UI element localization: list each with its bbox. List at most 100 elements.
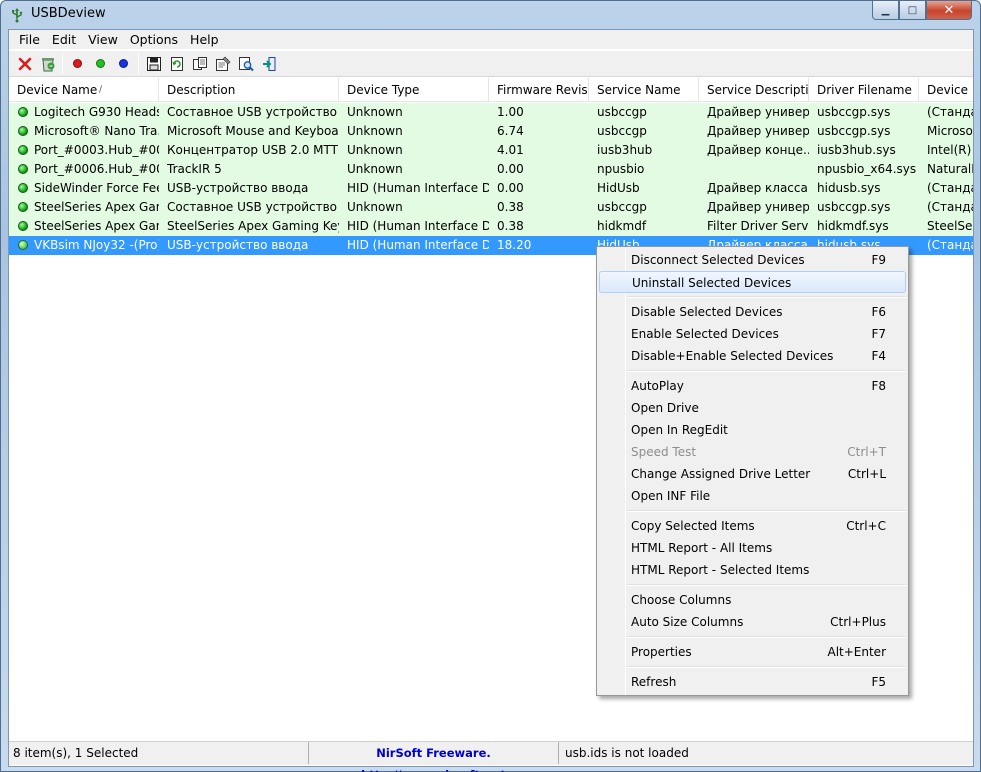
toolbar-separator	[62, 53, 63, 74]
context-menu-separator	[627, 666, 906, 668]
cell-driver-filename: usbccgp.sys	[817, 105, 891, 119]
list-header: Device Name / Description Device Type Fir…	[9, 78, 973, 102]
menu-shortcut: Ctrl+L	[847, 467, 886, 481]
table-row[interactable]: Logitech G930 Headset Составное USB устро…	[9, 103, 973, 122]
menu-item-enable-selected-devices[interactable]: Enable Selected Devices F7	[599, 323, 906, 345]
cell-device-mfg: (Стандар	[927, 238, 973, 252]
cell-service-description: Filter Driver Servi...	[707, 219, 809, 233]
cell-driver-filename: usbccgp.sys	[817, 200, 891, 214]
disable-button[interactable]	[66, 53, 89, 75]
menu-item-disconnect-selected-devices[interactable]: Disconnect Selected Devices F9	[599, 249, 906, 271]
cell-description: SteelSeries Apex Gaming Keyb...	[167, 219, 339, 233]
maximize-button[interactable]: □	[899, 1, 926, 20]
column-header-service-description[interactable]: Service Descripti...	[699, 78, 809, 102]
menu-options[interactable]: Options	[124, 30, 184, 49]
connected-status-icon	[18, 145, 28, 155]
cell-device-type: Unknown	[347, 162, 403, 176]
properties-button[interactable]	[211, 53, 234, 75]
menu-item-choose-columns[interactable]: Choose Columns	[599, 589, 906, 611]
cell-device-mfg: Intel(R) C	[927, 143, 973, 157]
cell-device-type: Unknown	[347, 200, 403, 214]
context-menu-separator	[627, 370, 906, 372]
cell-device-mfg: SteelSeri	[927, 219, 973, 233]
column-header-firmware-revision[interactable]: Firmware Revis...	[489, 78, 589, 102]
table-row[interactable]: Microsoft® Nano Tra... Microsoft Mouse an…	[9, 122, 973, 141]
find-icon	[238, 56, 254, 71]
enable-button[interactable]	[89, 53, 112, 75]
menu-item-open-drive[interactable]: Open Drive	[599, 397, 906, 419]
menu-item-open-in-regedit[interactable]: Open In RegEdit	[599, 419, 906, 441]
cell-device-mfg: NaturalP	[927, 162, 973, 176]
cell-device-mfg: Microsof	[927, 124, 973, 138]
save-button[interactable]	[142, 53, 165, 75]
disconnect-button[interactable]	[13, 53, 36, 75]
usb-app-icon	[12, 8, 23, 23]
cell-service-name: usbccgp	[597, 124, 647, 138]
close-button[interactable]: ✕	[926, 1, 972, 20]
context-menu: Disconnect Selected Devices F9 Uninstall S…	[596, 246, 909, 696]
menu-shortcut: F7	[871, 327, 886, 341]
cell-description: USB-устройство ввода	[167, 238, 309, 252]
green-dot-icon	[96, 59, 105, 68]
table-row[interactable]: Port_#0006.Hub_#0003 TrackIR 5 Unknown 0.00…	[9, 160, 973, 179]
column-header-service-name[interactable]: Service Name	[589, 78, 699, 102]
sort-indicator-icon: /	[99, 85, 103, 95]
connected-status-icon	[18, 126, 28, 136]
cell-device-name: Logitech G930 Headset	[9, 103, 159, 122]
minimize-button[interactable]: ▁	[872, 1, 899, 20]
cell-firmware-revision: 0.00	[497, 181, 524, 195]
menu-item-uninstall-selected-devices[interactable]: Uninstall Selected Devices	[599, 271, 906, 293]
find-button[interactable]	[234, 53, 257, 75]
cell-driver-filename: hidusb.sys	[817, 181, 881, 195]
copy-button[interactable]	[188, 53, 211, 75]
table-row[interactable]: Port_#0003.Hub_#0001 Концентратор USB 2.0…	[9, 141, 973, 160]
column-header-device-mfg[interactable]: Device M	[919, 78, 973, 102]
cell-description: TrackIR 5	[167, 162, 222, 176]
menu-view[interactable]: View	[82, 30, 124, 49]
menu-file[interactable]: File	[13, 30, 46, 49]
cell-device-type: HID (Human Interface D...	[347, 181, 489, 195]
status-usb-ids: usb.ids is not loaded	[565, 746, 689, 760]
autoplay-button[interactable]	[112, 53, 135, 75]
menu-shortcut: F5	[871, 675, 886, 689]
table-row[interactable]: SteelSeries Apex Gami... Составное USB ус…	[9, 198, 973, 217]
menu-item-html-report-all-items[interactable]: HTML Report - All Items	[599, 537, 906, 559]
table-row[interactable]: SteelSeries Apex Gami... SteelSeries Apex…	[9, 217, 973, 236]
refresh-button[interactable]	[165, 53, 188, 75]
cell-service-description: Драйвер универ...	[707, 105, 809, 119]
menu-edit[interactable]: Edit	[46, 30, 82, 49]
menu-item-refresh[interactable]: Refresh F5	[599, 671, 906, 693]
menu-item-html-report-selected-items[interactable]: HTML Report - Selected Items	[599, 559, 906, 581]
table-row[interactable]: SideWinder Force Fee... USB-устройство вв…	[9, 179, 973, 198]
cell-service-description	[699, 160, 809, 179]
cell-firmware-revision: 0.00	[497, 162, 524, 176]
menu-item-speed-test: Speed Test Ctrl+T	[599, 441, 906, 463]
menu-item-autoplay[interactable]: AutoPlay F8	[599, 375, 906, 397]
menu-item-auto-size-columns[interactable]: Auto Size Columns Ctrl+Plus	[599, 611, 906, 633]
cell-driver-filename: usbccgp.sys	[817, 124, 891, 138]
uninstall-button[interactable]	[36, 53, 59, 75]
minimize-icon: ▁	[881, 4, 890, 16]
cell-device-type: Unknown	[347, 124, 403, 138]
cell-service-name: iusb3hub	[597, 143, 653, 157]
exit-button[interactable]	[257, 53, 280, 75]
column-header-device-name[interactable]: Device Name /	[9, 78, 159, 102]
column-header-driver-filename[interactable]: Driver Filename	[809, 78, 919, 102]
menu-item-disable-enable-selected-devices[interactable]: Disable+Enable Selected Devices F4	[599, 345, 906, 367]
cell-service-description: Драйвер универ...	[707, 124, 809, 138]
title-bar[interactable]: USBDeview ▁ □ ✕	[1, 1, 980, 29]
red-dot-icon	[73, 59, 82, 68]
menu-item-change-assigned-drive-letter[interactable]: Change Assigned Drive Letter Ctrl+L	[599, 463, 906, 485]
nirsoft-link[interactable]: NirSoft Freeware. http://www.nirsoft.net	[309, 742, 559, 772]
cell-service-name: usbccgp	[597, 105, 647, 119]
copy-icon	[192, 56, 207, 70]
menu-item-copy-selected-items[interactable]: Copy Selected Items Ctrl+C	[599, 515, 906, 537]
menu-item-properties[interactable]: Properties Alt+Enter	[599, 641, 906, 663]
column-header-device-type[interactable]: Device Type	[339, 78, 489, 102]
cell-service-name: HidUsb	[597, 181, 640, 195]
cell-device-type: Unknown	[347, 105, 403, 119]
menu-help[interactable]: Help	[184, 30, 225, 49]
menu-item-disable-selected-devices[interactable]: Disable Selected Devices F6	[599, 301, 906, 323]
menu-item-open-inf-file[interactable]: Open INF File	[599, 485, 906, 507]
column-header-description[interactable]: Description	[159, 78, 339, 102]
